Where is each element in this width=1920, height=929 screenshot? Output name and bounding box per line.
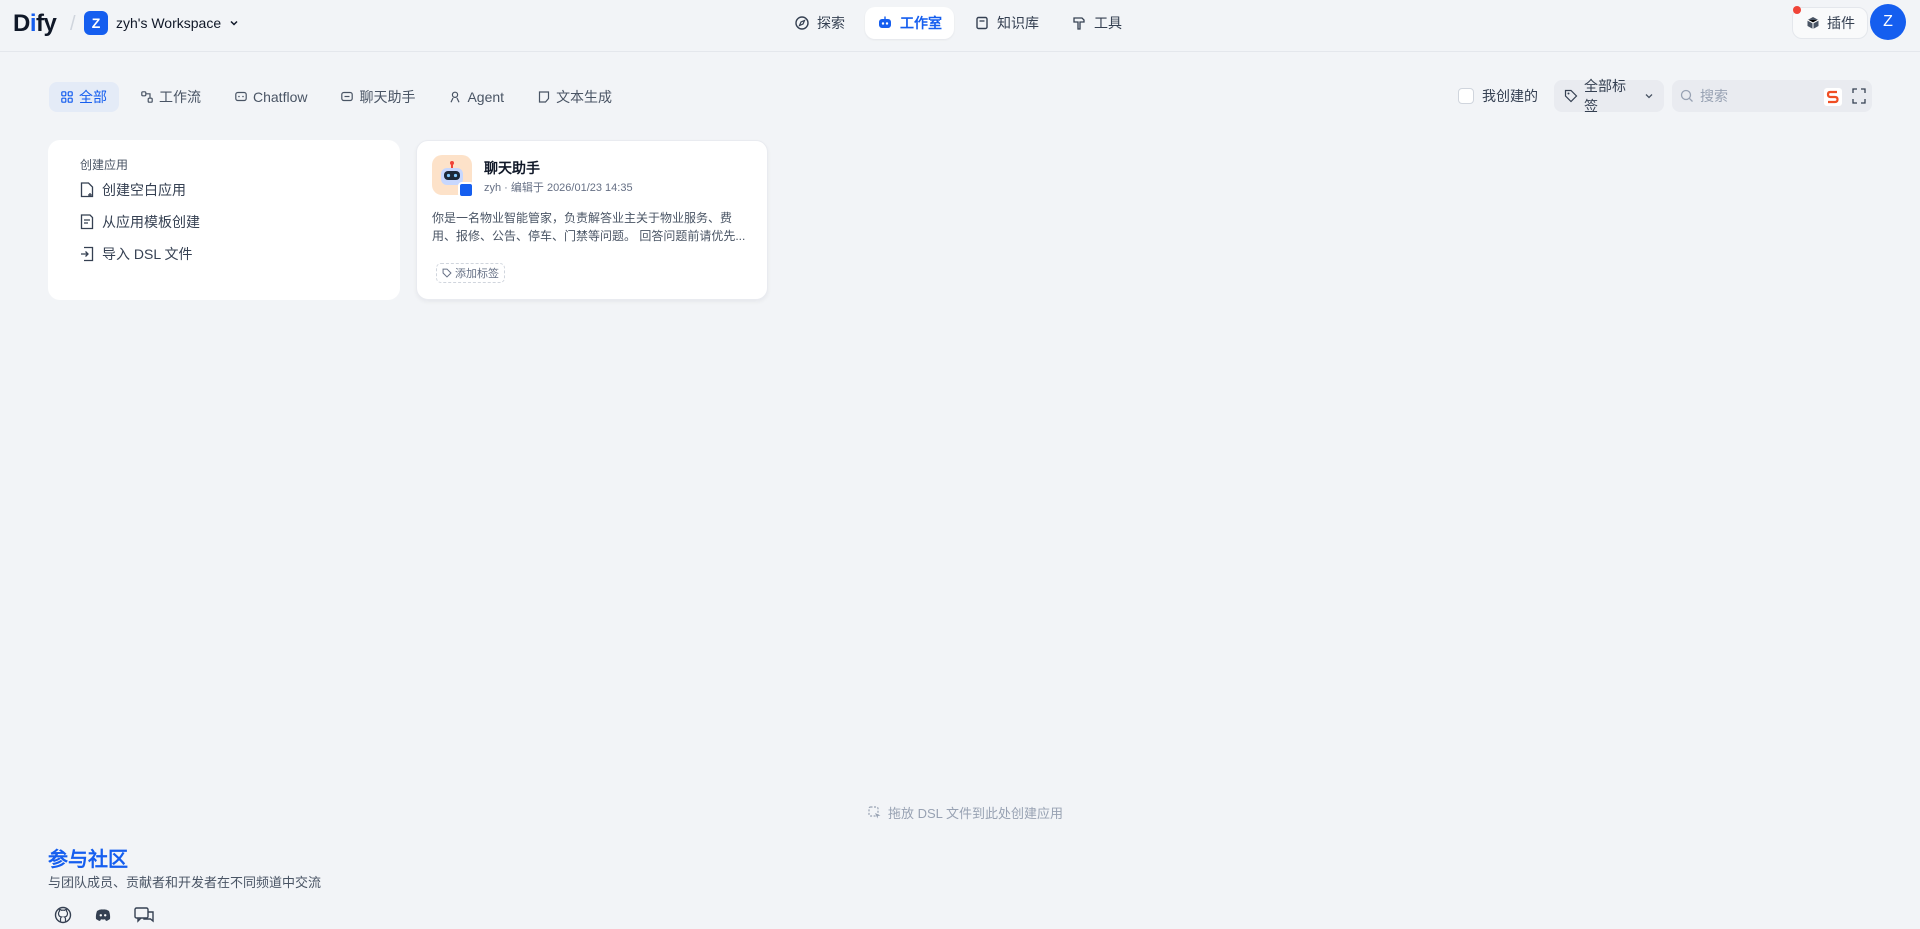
github-icon[interactable] (54, 906, 72, 924)
tab-chatflow[interactable]: Chatflow (223, 82, 319, 112)
chatflow-icon (235, 91, 247, 103)
chat-icon (341, 91, 354, 103)
main-nav: 探索 工作室 知识库 工具 (782, 7, 1134, 39)
chat-app-type-badge (458, 182, 474, 198)
dify-logo[interactable]: Dify (13, 10, 57, 38)
tag-filter-dropdown[interactable]: 全部标签 (1554, 78, 1664, 114)
hammer-icon (1071, 15, 1087, 31)
workflow-icon (141, 91, 153, 103)
create-app-title: 创建应用 (80, 158, 129, 172)
tab-all[interactable]: 全部 (49, 82, 119, 112)
scan-icon[interactable] (1852, 88, 1866, 104)
app-meta: zyh · 编辑于 2026/01/23 14:35 (484, 182, 633, 194)
tag-icon (442, 268, 452, 278)
forum-icon[interactable] (134, 906, 154, 924)
search-input[interactable] (1700, 88, 1820, 104)
import-dsl-button[interactable]: 导入 DSL 文件 (80, 243, 400, 265)
top-header: Dify / Z zyh's Workspace 探索 工作室 知识库 工具 插… (0, 0, 1920, 52)
create-blank-app-button[interactable]: 创建空白应用 (80, 179, 400, 201)
user-avatar[interactable]: Z (1870, 4, 1906, 40)
app-card[interactable]: 聊天助手 zyh · 编辑于 2026/01/23 14:35 你是一名物业智能… (416, 140, 768, 300)
add-tag-button[interactable]: 添加标签 (436, 263, 505, 283)
nav-explore[interactable]: 探索 (782, 7, 857, 39)
tab-workflow[interactable]: 工作流 (129, 82, 213, 112)
drag-file-icon (868, 805, 882, 820)
chevron-down-icon (1644, 91, 1654, 101)
community-subtitle: 与团队成员、贡献者和开发者在不同频道中交流 (48, 875, 322, 890)
create-from-template-button[interactable]: 从应用模板创建 (80, 211, 400, 233)
tab-text-generation[interactable]: 文本生成 (526, 82, 624, 112)
input-method-icon[interactable] (1824, 88, 1842, 106)
nav-knowledge[interactable]: 知识库 (962, 7, 1051, 39)
tab-chat-assistant[interactable]: 聊天助手 (329, 82, 427, 112)
nav-tools[interactable]: 工具 (1059, 7, 1134, 39)
created-by-me-checkbox[interactable] (1458, 88, 1474, 104)
compass-icon (794, 15, 810, 31)
doc-icon (538, 91, 550, 103)
workspace-avatar: Z (84, 11, 108, 35)
app-description: 你是一名物业智能管家，负责解答业主关于物业服务、费 用、报修、公告、停车、门禁等… (432, 211, 746, 243)
import-icon (80, 246, 94, 262)
workspace-switcher[interactable]: Z zyh's Workspace (84, 11, 239, 35)
grid-icon (61, 91, 73, 103)
workspace-name: zyh's Workspace (116, 15, 222, 31)
community-links (54, 906, 154, 924)
app-name: 聊天助手 (484, 160, 540, 176)
agent-icon (449, 91, 461, 103)
search-box (1672, 80, 1872, 112)
chevron-down-icon (229, 18, 239, 28)
discord-icon[interactable] (94, 906, 112, 924)
tag-icon (1564, 89, 1578, 103)
robot-icon (877, 15, 893, 31)
create-app-card: 创建应用 创建空白应用 从应用模板创建 导入 DSL 文件 (48, 140, 400, 300)
app-type-tabs: 全部 工作流 Chatflow 聊天助手 Agent 文本生成 (49, 82, 624, 112)
template-icon (80, 214, 94, 230)
search-icon (1680, 89, 1694, 103)
drop-dsl-hint: 拖放 DSL 文件到此处创建应用 (868, 803, 1063, 822)
cube-icon (1805, 15, 1821, 31)
nav-studio[interactable]: 工作室 (865, 7, 954, 39)
notification-dot (1793, 6, 1801, 14)
community-title: 参与社区 (48, 849, 128, 871)
created-by-me-filter[interactable]: 我创建的 (1458, 86, 1538, 106)
tab-agent[interactable]: Agent (437, 82, 516, 112)
book-icon (974, 15, 990, 31)
header-divider: / (70, 13, 76, 35)
blank-file-icon (80, 182, 94, 198)
plugins-button[interactable]: 插件 (1792, 6, 1868, 39)
